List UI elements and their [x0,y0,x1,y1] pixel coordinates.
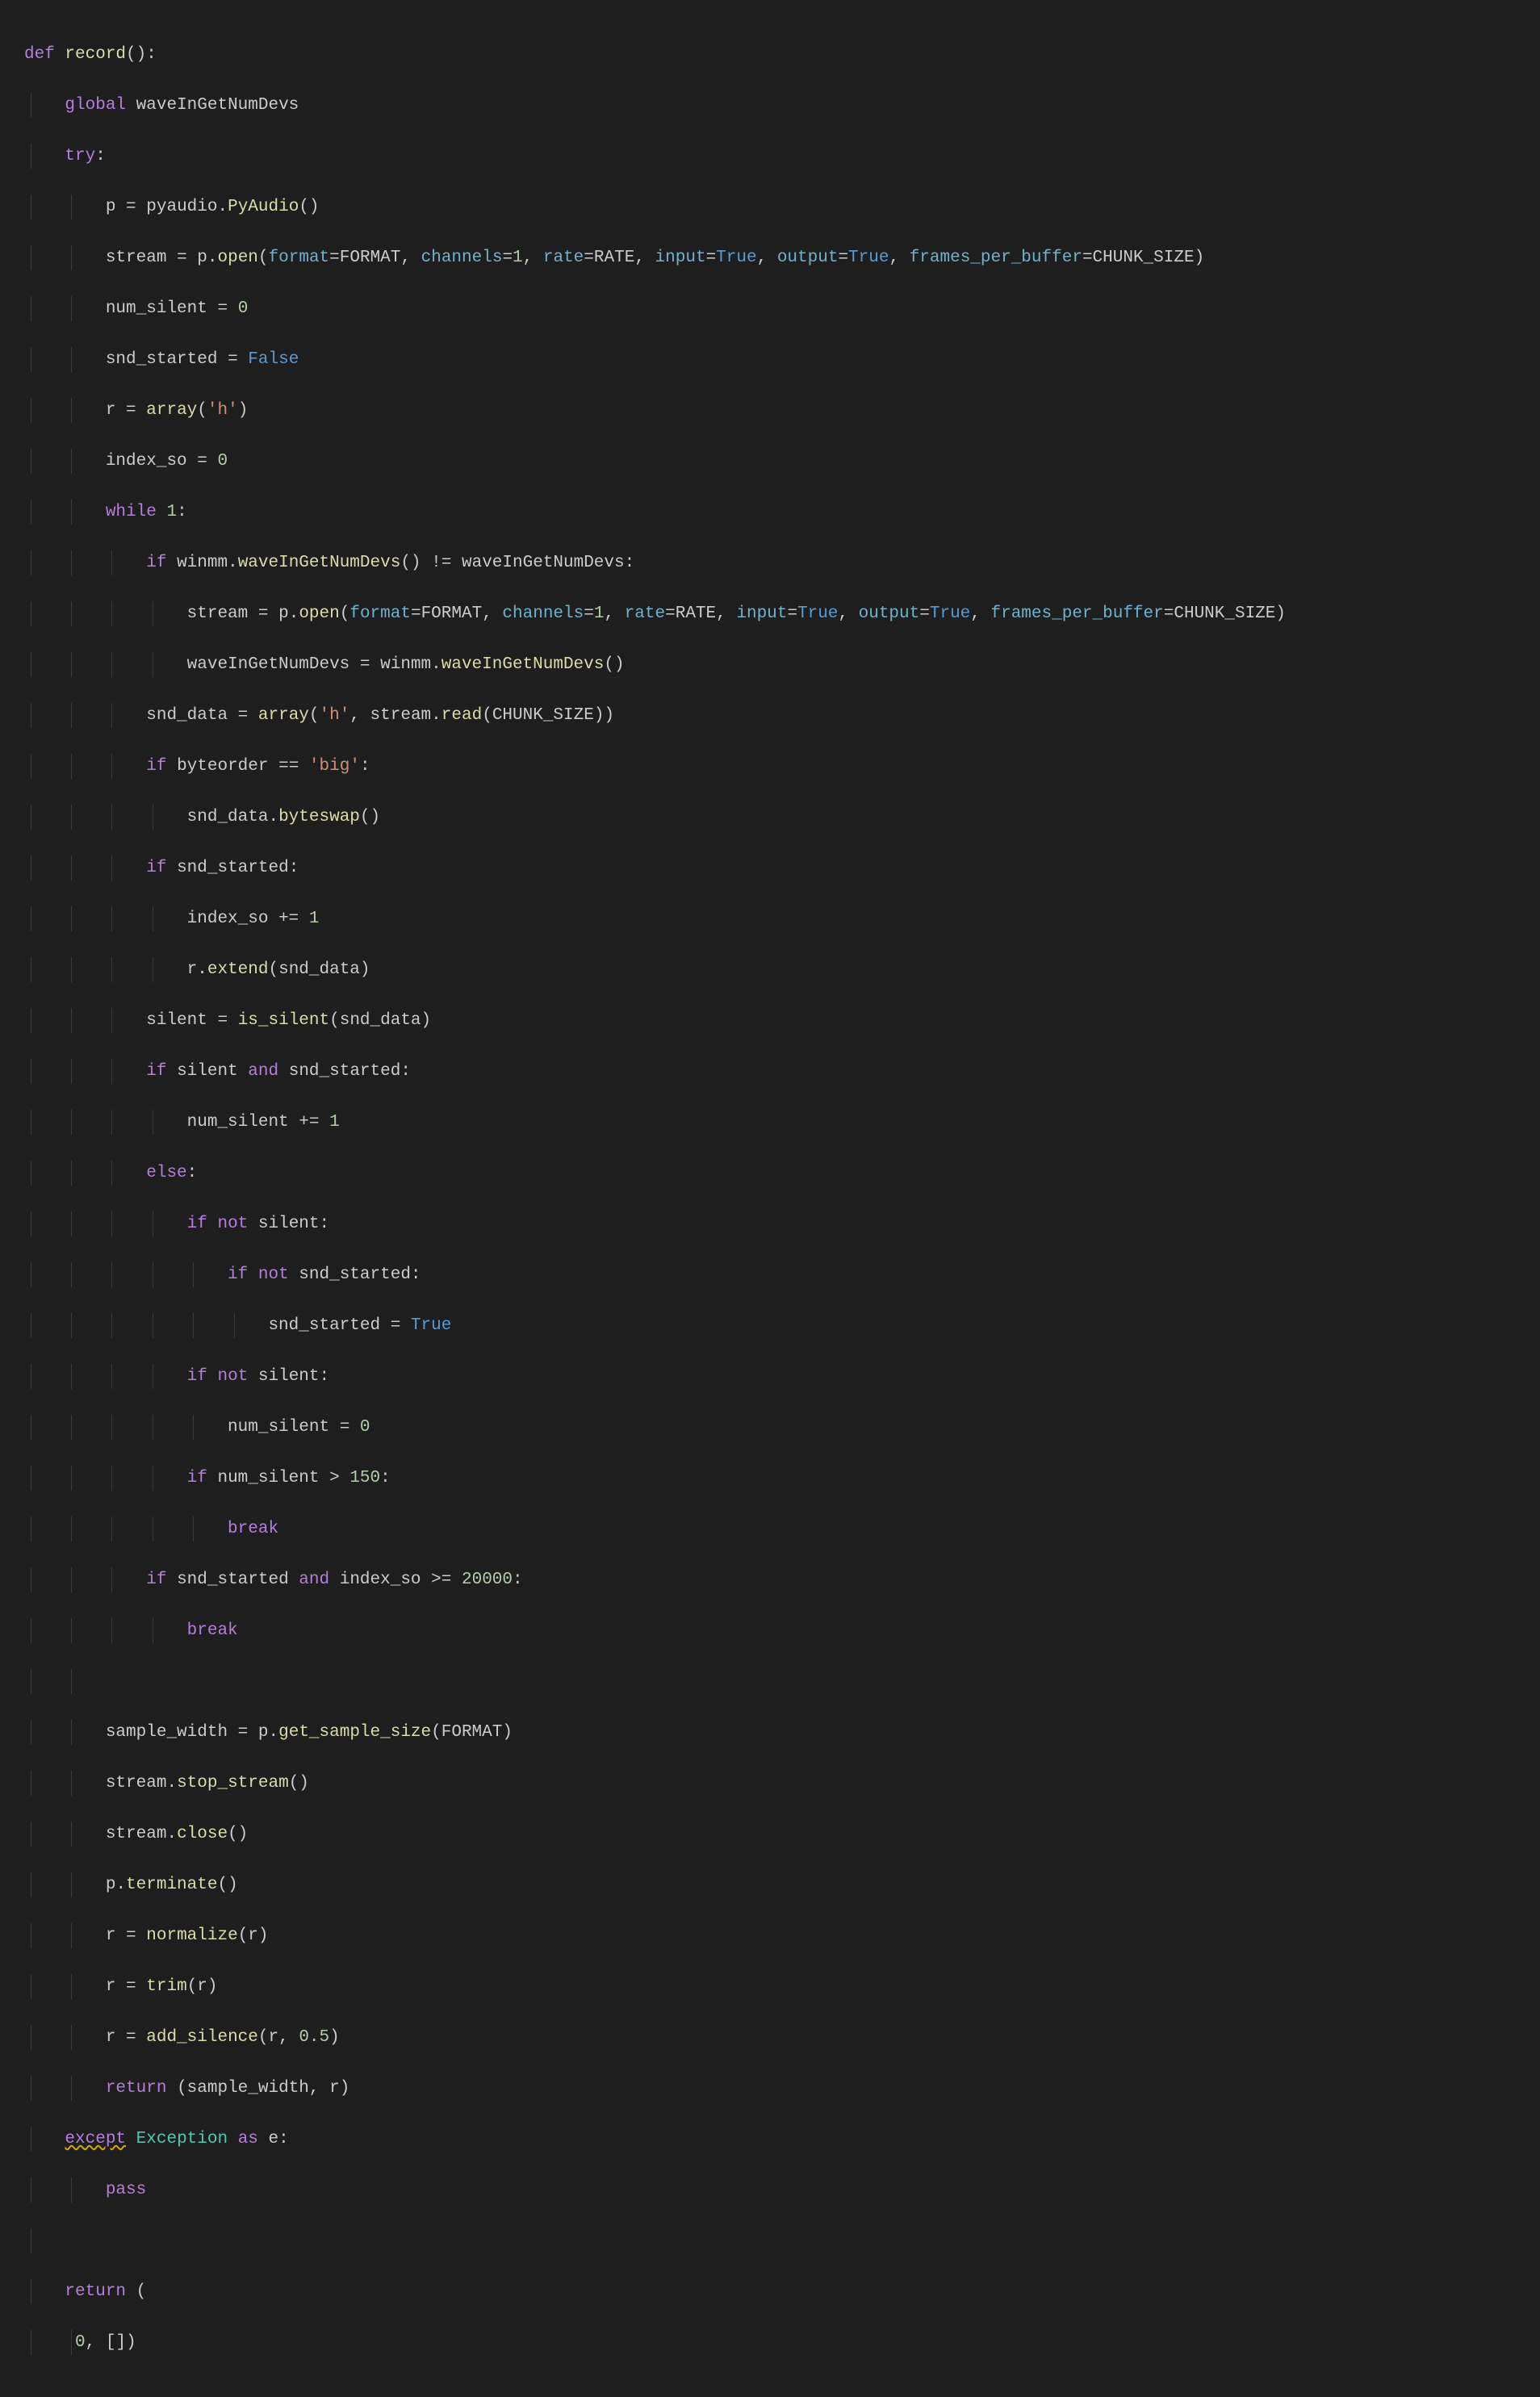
code-line: if not silent: [24,1211,1516,1237]
code-line: r = normalize(r) [24,1923,1516,1949]
code-line: r = trim(r) [24,1974,1516,2000]
code-line: snd_data.byteswap() [24,805,1516,830]
code-line: snd_started = False [24,347,1516,373]
code-line: p.terminate() [24,1872,1516,1898]
code-line: stream.close() [24,1822,1516,1847]
kw-except: except [65,2130,126,2148]
code-line: return ( [24,2279,1516,2305]
code-line [24,1669,1516,1695]
code-line: r = array('h') [24,398,1516,424]
code-line: stream = p.open(format=FORMAT, channels=… [24,245,1516,271]
code-line: if silent and snd_started: [24,1059,1516,1085]
code-line: def record(): [24,42,1516,68]
code-line: global waveInGetNumDevs [24,93,1516,119]
code-line: r.extend(snd_data) [24,957,1516,983]
code-line: except Exception as e: [24,2127,1516,2152]
code-line: if byteorder == 'big': [24,754,1516,780]
code-line: sample_width = p.get_sample_size(FORMAT) [24,1720,1516,1746]
code-line [24,2228,1516,2254]
code-line: snd_data = array('h', stream.read(CHUNK_… [24,703,1516,729]
code-line: num_silent = 0 [24,1415,1516,1441]
code-block[interactable]: def record(): global waveInGetNumDevs tr… [24,16,1516,2381]
code-line: 0, []) [24,2330,1516,2356]
code-line: if snd_started and index_so >= 20000: [24,1567,1516,1593]
code-line: try: [24,144,1516,169]
code-line: if winmm.waveInGetNumDevs() != waveInGet… [24,550,1516,576]
code-line: if snd_started: [24,855,1516,881]
code-line: stream.stop_stream() [24,1771,1516,1797]
fn-name: record [65,45,126,64]
code-line: index_so += 1 [24,906,1516,932]
code-line: if num_silent > 150: [24,1466,1516,1491]
code-line: while 1: [24,500,1516,525]
code-line: num_silent += 1 [24,1110,1516,1136]
code-line: pass [24,2177,1516,2203]
code-line: else: [24,1161,1516,1186]
code-line: break [24,1516,1516,1542]
kw-def: def [24,45,55,64]
code-line: stream = p.open(format=FORMAT, channels=… [24,601,1516,627]
code-line: snd_started = True [24,1313,1516,1339]
code-line: return (sample_width, r) [24,2076,1516,2102]
code-line: index_so = 0 [24,449,1516,475]
code-line: silent = is_silent(snd_data) [24,1008,1516,1034]
code-line: r = add_silence(r, 0.5) [24,2025,1516,2051]
code-line: if not silent: [24,1364,1516,1390]
code-line: waveInGetNumDevs = winmm.waveInGetNumDev… [24,652,1516,678]
code-line: num_silent = 0 [24,296,1516,322]
code-line: p = pyaudio.PyAudio() [24,195,1516,220]
code-line: if not snd_started: [24,1262,1516,1288]
code-line: break [24,1618,1516,1644]
